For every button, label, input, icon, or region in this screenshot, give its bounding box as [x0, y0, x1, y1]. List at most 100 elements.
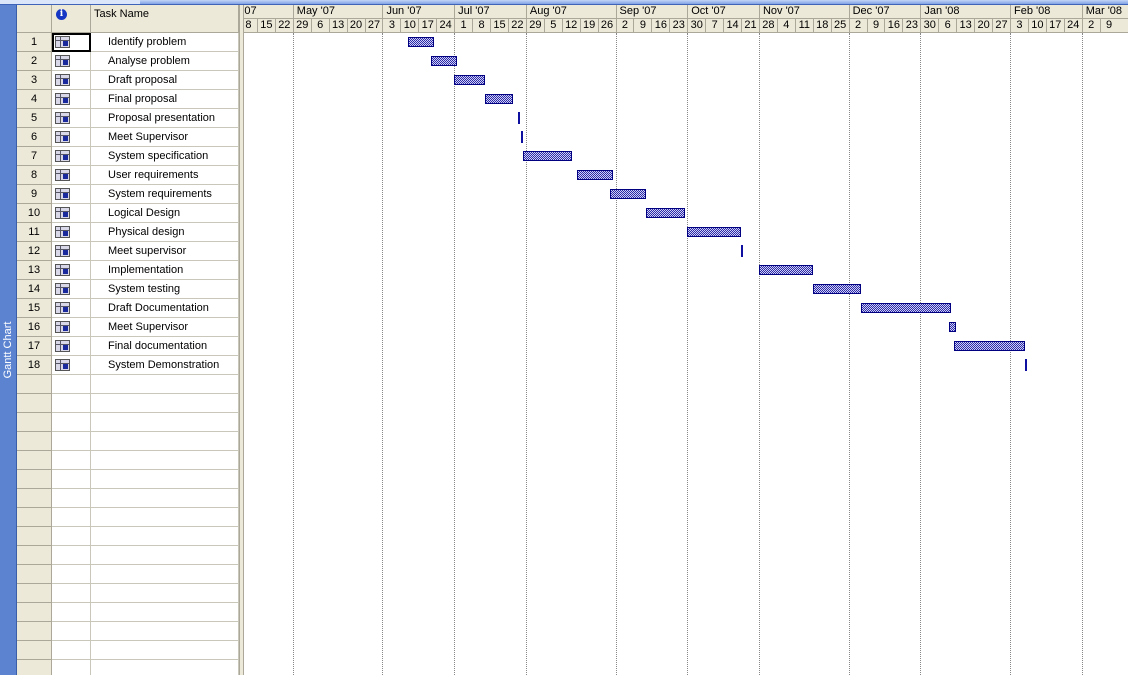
task-bar[interactable]: [758, 265, 813, 275]
task-bar[interactable]: [577, 170, 613, 180]
empty-row[interactable]: [17, 413, 239, 432]
empty-row[interactable]: [17, 451, 239, 470]
empty-row[interactable]: [17, 603, 239, 622]
indicator-cell[interactable]: [52, 413, 91, 432]
task-bar[interactable]: [523, 151, 572, 161]
empty-row[interactable]: [17, 394, 239, 413]
empty-row[interactable]: [17, 660, 239, 675]
task-id[interactable]: 2: [17, 52, 52, 71]
indicator-cell[interactable]: [52, 299, 91, 318]
indicator-cell[interactable]: [52, 147, 91, 166]
task-id[interactable]: [17, 660, 52, 675]
indicator-cell[interactable]: [52, 546, 91, 565]
task-id[interactable]: [17, 375, 52, 394]
task-id[interactable]: 18: [17, 356, 52, 375]
table-row[interactable]: 2 Analyse problem: [17, 52, 239, 71]
indicator-cell[interactable]: [52, 109, 91, 128]
table-row[interactable]: 6 Meet Supervisor: [17, 128, 239, 147]
task-id[interactable]: 6: [17, 128, 52, 147]
task-id[interactable]: [17, 432, 52, 451]
empty-row[interactable]: [17, 622, 239, 641]
indicator-cell[interactable]: [52, 280, 91, 299]
table-row[interactable]: 10 Logical Design: [17, 204, 239, 223]
table-row[interactable]: 11 Physical design: [17, 223, 239, 242]
task-name-cell[interactable]: [91, 546, 239, 565]
task-id[interactable]: [17, 641, 52, 660]
task-id[interactable]: 14: [17, 280, 52, 299]
task-id[interactable]: [17, 603, 52, 622]
table-row[interactable]: 13 Implementation: [17, 261, 239, 280]
task-bar[interactable]: [408, 37, 434, 47]
indicator-cell[interactable]: [52, 622, 91, 641]
task-id[interactable]: 9: [17, 185, 52, 204]
task-name-cell[interactable]: [91, 508, 239, 527]
task-id[interactable]: 10: [17, 204, 52, 223]
task-id[interactable]: [17, 413, 52, 432]
indicator-cell[interactable]: [52, 356, 91, 375]
task-name-cell[interactable]: Analyse problem: [91, 52, 239, 71]
task-bar[interactable]: [861, 303, 952, 313]
table-row[interactable]: 16 Meet Supervisor: [17, 318, 239, 337]
empty-row[interactable]: [17, 546, 239, 565]
task-bar[interactable]: [484, 94, 514, 104]
indicator-cell[interactable]: [52, 337, 91, 356]
task-name-cell[interactable]: [91, 432, 239, 451]
table-row[interactable]: 3 Draft proposal: [17, 71, 239, 90]
task-id[interactable]: [17, 451, 52, 470]
task-id[interactable]: [17, 470, 52, 489]
task-name-cell[interactable]: [91, 394, 239, 413]
task-bar[interactable]: [687, 227, 742, 237]
task-id[interactable]: [17, 527, 52, 546]
task-name-cell[interactable]: [91, 470, 239, 489]
indicator-cell[interactable]: [52, 565, 91, 584]
task-name-cell[interactable]: Final proposal: [91, 90, 239, 109]
table-row[interactable]: 9 System requirements: [17, 185, 239, 204]
task-id[interactable]: [17, 489, 52, 508]
task-name-cell[interactable]: Physical design: [91, 223, 239, 242]
indicator-cell[interactable]: [52, 451, 91, 470]
task-name-cell[interactable]: [91, 622, 239, 641]
task-id[interactable]: 3: [17, 71, 52, 90]
task-id[interactable]: 8: [17, 166, 52, 185]
task-name-cell[interactable]: Draft proposal: [91, 71, 239, 90]
task-id[interactable]: [17, 394, 52, 413]
table-row[interactable]: 7 System specification: [17, 147, 239, 166]
indicator-cell[interactable]: [52, 470, 91, 489]
indicator-cell[interactable]: [52, 223, 91, 242]
indicator-cell[interactable]: [52, 660, 91, 675]
task-id[interactable]: [17, 508, 52, 527]
task-name-cell[interactable]: [91, 603, 239, 622]
task-name-cell[interactable]: Meet supervisor: [91, 242, 239, 261]
task-name-cell[interactable]: [91, 584, 239, 603]
task-id[interactable]: 17: [17, 337, 52, 356]
task-name-cell[interactable]: [91, 527, 239, 546]
view-bar[interactable]: Gantt Chart: [0, 5, 17, 675]
task-id[interactable]: 4: [17, 90, 52, 109]
task-bar[interactable]: [812, 284, 862, 294]
task-id[interactable]: [17, 622, 52, 641]
indicator-cell[interactable]: [52, 318, 91, 337]
empty-row[interactable]: [17, 432, 239, 451]
indicator-cell[interactable]: [52, 52, 91, 71]
indicators-header[interactable]: i: [52, 5, 91, 33]
table-row[interactable]: 15 Draft Documentation: [17, 299, 239, 318]
indicator-cell[interactable]: [52, 432, 91, 451]
empty-row[interactable]: [17, 527, 239, 546]
task-id[interactable]: 11: [17, 223, 52, 242]
task-name-cell[interactable]: System requirements: [91, 185, 239, 204]
task-bar[interactable]: [610, 189, 647, 199]
table-row[interactable]: 5 Proposal presentation: [17, 109, 239, 128]
task-id[interactable]: 15: [17, 299, 52, 318]
empty-row[interactable]: [17, 584, 239, 603]
task-id[interactable]: 13: [17, 261, 52, 280]
task-id[interactable]: 16: [17, 318, 52, 337]
task-bar[interactable]: [520, 131, 524, 143]
table-row[interactable]: 4 Final proposal: [17, 90, 239, 109]
indicator-cell[interactable]: [52, 603, 91, 622]
task-bar[interactable]: [953, 341, 1026, 351]
indicator-cell[interactable]: [52, 584, 91, 603]
indicator-cell[interactable]: [52, 375, 91, 394]
indicator-cell[interactable]: [52, 204, 91, 223]
task-id[interactable]: 5: [17, 109, 52, 128]
task-name-header[interactable]: Task Name: [91, 5, 239, 33]
